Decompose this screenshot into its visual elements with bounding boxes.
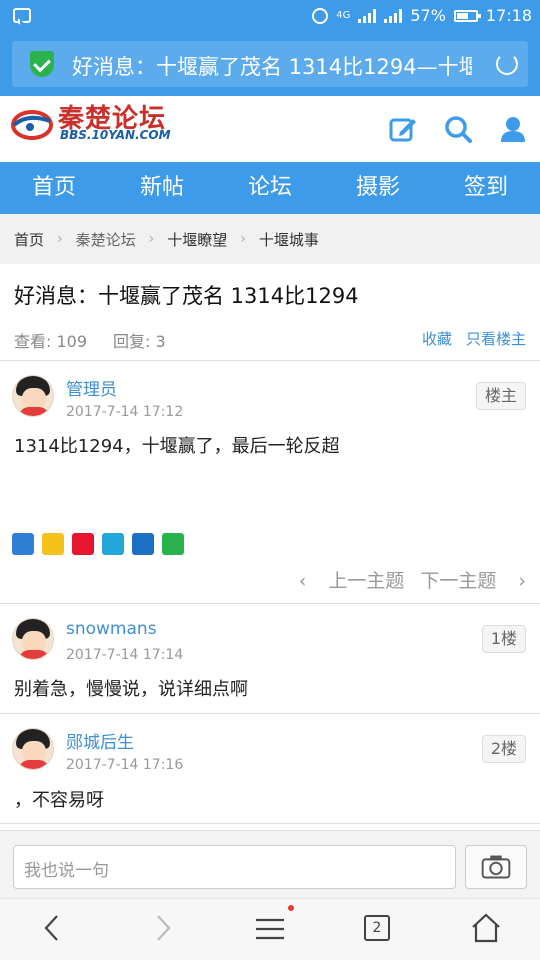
message-notification-icon [13, 8, 31, 23]
breadcrumb-forum[interactable]: 秦楚论坛 [76, 229, 136, 250]
post-time: 2017-7-14 17:12 [66, 404, 184, 420]
status-bar: 4G 57% 17:18 [0, 0, 540, 32]
camera-button[interactable] [465, 845, 527, 889]
tencent-weibo-icon[interactable] [102, 533, 124, 555]
back-icon[interactable] [36, 911, 70, 945]
battery-percent: 57% [410, 6, 446, 25]
menu-icon[interactable] [253, 911, 287, 945]
avatar[interactable] [12, 618, 54, 660]
avatar[interactable] [12, 728, 54, 770]
prev-thread-link[interactable]: ‹ 上一主题 [299, 570, 405, 592]
camera-icon [481, 855, 511, 879]
renren-icon[interactable] [132, 533, 154, 555]
post-author[interactable]: 郧城后生 [66, 728, 134, 753]
post-content: ，不容易呀 [14, 790, 104, 811]
next-thread-link[interactable]: 下一主题 › [420, 570, 526, 592]
nav-item-photography[interactable]: 摄影 [324, 162, 432, 214]
browser-address-bar: 好消息：十堰赢了茂名 1314比1294—十堰 [0, 32, 540, 96]
post-content: 别着急，慢慢说，说详细点啊 [14, 679, 248, 700]
nav-item-home[interactable]: 首页 [0, 162, 108, 214]
network-type: 4G [336, 10, 351, 21]
site-logo-icon[interactable] [10, 103, 54, 143]
avatar[interactable] [12, 375, 54, 417]
next-thread-label: 下一主题 [420, 570, 497, 592]
share-bar [12, 533, 184, 555]
notification-dot [288, 905, 294, 911]
breadcrumb: 首页 › 秦楚论坛 › 十堰瞭望 › 十堰城事 [0, 214, 540, 264]
address-title[interactable]: 好消息：十堰赢了茂名 1314比1294—十堰 [72, 51, 472, 81]
floor-badge: 2楼 [481, 735, 526, 763]
home-icon[interactable] [469, 911, 503, 945]
nav-item-checkin[interactable]: 签到 [432, 162, 540, 214]
signal-icon-2 [384, 8, 403, 23]
post-time: 2017-7-14 17:14 [66, 647, 184, 663]
prev-thread-label: 上一主题 [328, 570, 405, 592]
view-count: 查看: 109 [14, 332, 88, 351]
forward-icon[interactable] [145, 911, 179, 945]
refresh-icon[interactable] [496, 53, 518, 75]
breadcrumb-subboard[interactable]: 十堰城事 [259, 229, 319, 250]
site-header: 秦楚论坛 BBS.10YAN.COM [0, 96, 540, 162]
favorite-link[interactable]: 收藏 [422, 330, 452, 348]
divider [0, 603, 540, 604]
floor-badge: 1楼 [481, 625, 526, 653]
chevron-right-icon: › [240, 231, 246, 247]
divider [0, 360, 540, 361]
divider [0, 823, 540, 824]
chevron-right-icon: › [57, 231, 63, 247]
post-time: 2017-7-14 17:16 [66, 757, 184, 773]
post-author[interactable]: snowmans [66, 619, 157, 639]
reply-input[interactable]: 我也说一句 [13, 845, 456, 889]
url-box[interactable]: 好消息：十堰赢了茂名 1314比1294—十堰 [12, 41, 528, 87]
nav-item-forum[interactable]: 论坛 [216, 162, 324, 214]
battery-icon [453, 9, 481, 22]
thread-actions: 收藏 只看楼主 [422, 328, 526, 349]
post-author[interactable]: 管理员 [66, 375, 117, 400]
nav-item-new-posts[interactable]: 新帖 [108, 162, 216, 214]
breadcrumb-board[interactable]: 十堰瞭望 [167, 229, 227, 250]
floor-badge: 楼主 [475, 382, 526, 410]
compose-post-icon[interactable] [388, 114, 418, 144]
qzone-star-icon[interactable] [42, 533, 64, 555]
chevron-right-icon: › [512, 570, 526, 592]
post-content: 1314比1294，十堰赢了，最后一轮反超 [14, 436, 340, 457]
signal-icon [358, 8, 377, 23]
divider [0, 713, 540, 714]
weibo-icon[interactable] [72, 533, 94, 555]
qzone-plus-icon[interactable] [12, 533, 34, 555]
alarm-icon [312, 7, 329, 24]
main-nav: 首页 新帖 论坛 摄影 签到 [0, 162, 540, 214]
clock: 17:18 [485, 6, 532, 25]
user-icon[interactable] [498, 114, 528, 144]
browser-toolbar: 2 [0, 898, 540, 960]
breadcrumb-home[interactable]: 首页 [14, 229, 44, 250]
wechat-icon[interactable] [162, 533, 184, 555]
search-icon[interactable] [443, 114, 473, 144]
thread-title: 好消息：十堰赢了茂名 1314比1294 [14, 284, 359, 308]
reply-count: 回复: 3 [113, 332, 166, 351]
shield-check-icon [30, 51, 54, 77]
chevron-left-icon: ‹ [298, 570, 313, 592]
thread-pager: ‹ 上一主题 下一主题 › [299, 566, 526, 593]
chevron-right-icon: › [148, 231, 155, 247]
site-url: BBS.10YAN.COM [60, 128, 171, 142]
thread-stats: 查看: 109 回复: 3 [14, 328, 166, 352]
reply-compose-bar: 我也说一句 [0, 830, 540, 898]
only-op-link[interactable]: 只看楼主 [466, 330, 526, 348]
tabs-button[interactable]: 2 [364, 915, 390, 941]
